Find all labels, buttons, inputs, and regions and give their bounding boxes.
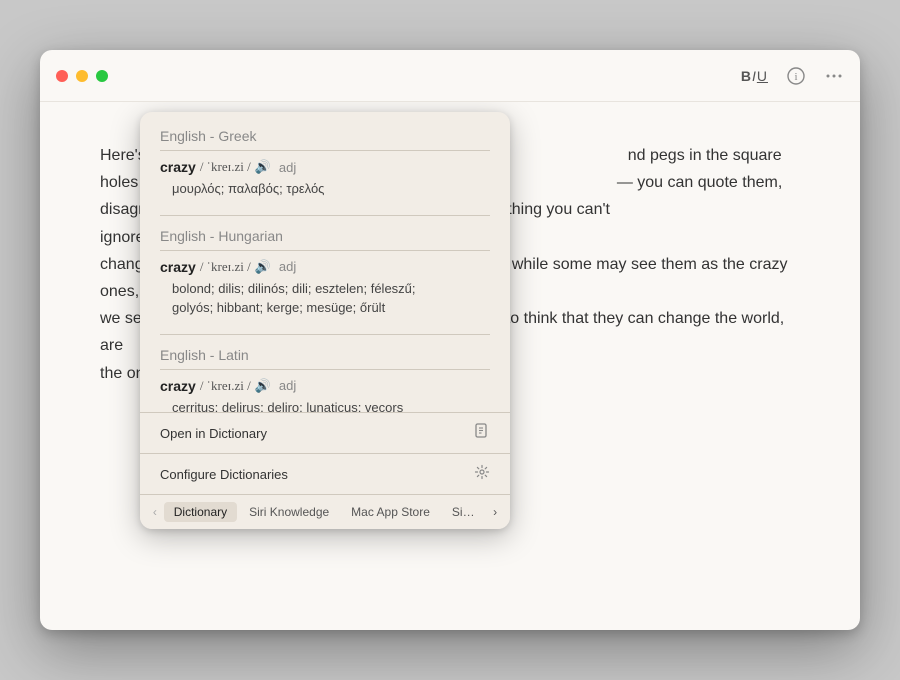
format-biu[interactable]: BIU [741, 68, 768, 84]
open-in-dictionary-icon [474, 423, 490, 443]
dict-audio-greek[interactable]: 🔊 [255, 159, 271, 175]
dict-pos-greek: adj [279, 160, 296, 175]
tab-siri-knowledge[interactable]: Siri Knowledge [239, 502, 339, 522]
tab-dictionary[interactable]: Dictionary [164, 502, 237, 522]
dict-pron-greek: / ˈkreɪ.zi / [200, 159, 251, 175]
configure-dictionaries-label: Configure Dictionaries [160, 467, 288, 482]
bold-button[interactable]: B [741, 68, 752, 84]
dict-word-line-hungarian: crazy / ˈkreɪ.zi / 🔊 adj [160, 259, 490, 275]
configure-dictionaries-icon [474, 464, 490, 484]
dict-lang-hungarian: English - Hungarian [160, 228, 490, 251]
divider-2 [160, 334, 490, 335]
dict-audio-hungarian[interactable]: 🔊 [255, 259, 271, 275]
dict-section-greek: English - Greek crazy / ˈkreɪ.zi / 🔊 adj… [160, 128, 490, 199]
svg-text:i: i [794, 71, 797, 83]
dict-translation-greek: μουρλός; παλαβός; τρελός [160, 179, 490, 199]
traffic-lights [56, 70, 108, 82]
dict-word-greek: crazy [160, 159, 196, 175]
dictionary-popup: English - Greek crazy / ˈkreɪ.zi / 🔊 adj… [140, 112, 510, 529]
maximize-button[interactable] [96, 70, 108, 82]
title-bar-actions: BIU i [741, 66, 844, 86]
minimize-button[interactable] [76, 70, 88, 82]
tab-prev-button[interactable]: ‹ [148, 501, 162, 523]
dict-scroll-area: English - Greek crazy / ˈkreɪ.zi / 🔊 adj… [140, 112, 510, 412]
dict-word-hungarian: crazy [160, 259, 196, 275]
info-icon[interactable]: i [786, 66, 806, 86]
dict-word-line-greek: crazy / ˈkreɪ.zi / 🔊 adj [160, 159, 490, 175]
app-window: BIU i Here's to the crazy ones, the misf… [40, 50, 860, 630]
dict-word-line-latin: crazy / ˈkreɪ.zi / 🔊 adj [160, 378, 490, 394]
content-area: Here's to the crazy ones, the misfits, t… [40, 102, 860, 630]
tab-next-button[interactable]: › [488, 501, 502, 523]
open-in-dictionary-button[interactable]: Open in Dictionary [140, 413, 510, 454]
dict-lang-latin: English - Latin [160, 347, 490, 370]
dict-pos-latin: adj [279, 378, 296, 393]
dict-section-latin: English - Latin crazy / ˈkreɪ.zi / 🔊 adj… [160, 347, 490, 413]
close-button[interactable] [56, 70, 68, 82]
divider-1 [160, 215, 490, 216]
dict-actions: Open in Dictionary Configure Dictionarie… [140, 412, 510, 494]
dict-pron-latin: / ˈkreɪ.zi / [200, 378, 251, 394]
tab-mac-app-store[interactable]: Mac App Store [341, 502, 440, 522]
underline-button[interactable]: U [757, 68, 768, 84]
dict-pos-hungarian: adj [279, 259, 296, 274]
dict-lang-greek: English - Greek [160, 128, 490, 151]
more-options-icon[interactable] [824, 66, 844, 86]
dict-translation-latin: cerritus; delirus; deliro; lunaticus; ve… [160, 398, 490, 413]
configure-dictionaries-button[interactable]: Configure Dictionaries [140, 454, 510, 494]
dict-tab-bar: ‹ Dictionary Siri Knowledge Mac App Stor… [140, 494, 510, 529]
dict-word-latin: crazy [160, 378, 196, 394]
tab-siri-su[interactable]: Siri Su [442, 502, 486, 522]
dict-section-hungarian: English - Hungarian crazy / ˈkreɪ.zi / 🔊… [160, 228, 490, 318]
dict-translation-hungarian: bolond; dilis; dilinós; dili; esztelen; … [160, 279, 490, 318]
dict-pron-hungarian: / ˈkreɪ.zi / [200, 259, 251, 275]
open-in-dictionary-label: Open in Dictionary [160, 426, 267, 441]
title-bar: BIU i [40, 50, 860, 102]
dict-audio-latin[interactable]: 🔊 [255, 378, 271, 394]
